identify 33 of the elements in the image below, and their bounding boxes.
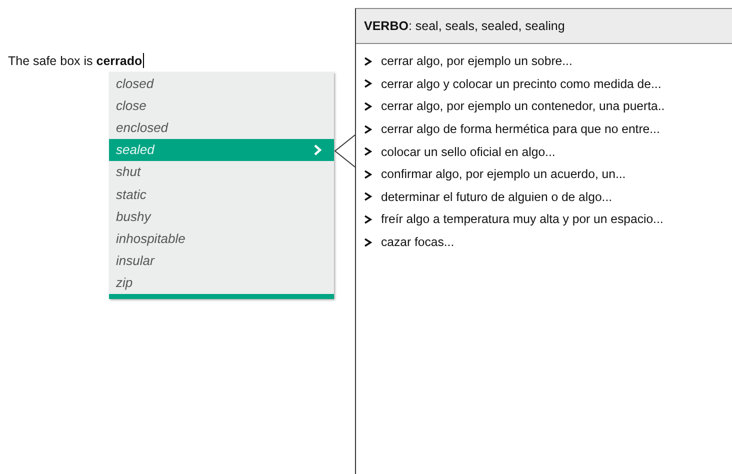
suggestion-item[interactable]: shut bbox=[109, 160, 334, 183]
sense-link[interactable]: cerrar algo, por ejemplo un sobre... bbox=[381, 54, 572, 68]
chevron-icon bbox=[364, 238, 372, 247]
sense-link[interactable]: confirmar algo, por ejemplo un acuerdo, un... bbox=[381, 167, 626, 182]
sense-link[interactable]: cerrar algo, por ejemplo un contenedor, una puerta.. bbox=[381, 99, 665, 114]
suggestion-item[interactable]: bushy bbox=[109, 205, 334, 228]
part-of-speech-header: VERBO: seal, seals, sealed, sealing bbox=[364, 19, 565, 33]
sense-link[interactable]: cazar focas... bbox=[381, 235, 454, 250]
suggestion-item[interactable]: insular bbox=[109, 250, 334, 272]
sense-link[interactable]: cerrar algo y colocar un precinto como medida de... bbox=[381, 76, 662, 91]
chevron-icon bbox=[364, 214, 372, 224]
chevron-icon bbox=[364, 192, 372, 202]
chevron-icon bbox=[364, 102, 372, 111]
resize-grip[interactable] bbox=[109, 294, 334, 299]
chevron-icon bbox=[364, 147, 372, 156]
text-cursor bbox=[143, 53, 144, 68]
document-text: The safe box is cerrado bbox=[8, 54, 142, 68]
suggestion-item[interactable]: inhospitable bbox=[109, 227, 334, 250]
callout-pointer bbox=[334, 134, 356, 168]
chevron-icon bbox=[364, 170, 372, 179]
sense-link[interactable]: determinar el futuro de alguien o de algo... bbox=[381, 190, 612, 204]
suggestion-item[interactable]: closed bbox=[109, 72, 334, 94]
chevron-icon bbox=[364, 56, 372, 66]
suggestion-item[interactable]: zip bbox=[109, 272, 334, 294]
sense-link[interactable]: colocar un sello oficial en algo... bbox=[381, 144, 556, 159]
suggestion-item[interactable]: close bbox=[109, 94, 334, 116]
suggestion-item[interactable]: enclosed bbox=[109, 116, 334, 139]
chevron-icon bbox=[364, 124, 372, 134]
chevron-icon bbox=[313, 144, 322, 156]
sense-link[interactable]: freír algo a temperatura muy alta y por un espacio... bbox=[381, 212, 664, 226]
suggestion-item[interactable]: static bbox=[109, 182, 334, 206]
sense-link[interactable]: cerrar algo de forma hermética para que no entre... bbox=[381, 122, 660, 136]
chevron-icon bbox=[364, 79, 372, 88]
